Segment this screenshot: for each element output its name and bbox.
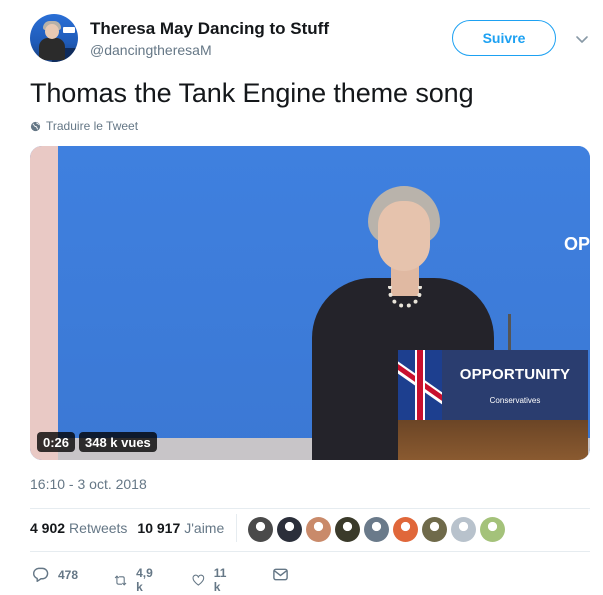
likes-count: 10 917 xyxy=(137,520,181,536)
like-icon xyxy=(192,574,205,586)
liker-avatar[interactable] xyxy=(364,517,389,542)
liker-avatar[interactable] xyxy=(335,517,360,542)
avatar-figure-body xyxy=(39,38,65,60)
reply-icon xyxy=(33,567,49,583)
avatar-badge xyxy=(63,27,75,33)
union-flag-graphic xyxy=(398,350,442,420)
globe-icon xyxy=(30,121,41,131)
chevron-down-icon[interactable] xyxy=(575,32,589,46)
video-duration-badge: 0:26 xyxy=(37,432,76,452)
speaker-face xyxy=(378,201,430,271)
retweet-count: 4,9 k xyxy=(136,566,153,594)
tweet-timestamp[interactable]: 16:10 - 3 oct. 2018 xyxy=(30,476,147,492)
liker-avatar[interactable] xyxy=(277,517,302,542)
retweet-icon xyxy=(114,574,127,586)
retweet-button[interactable]: 4,9 k xyxy=(114,566,157,594)
author-handle[interactable]: @dancingtheresaM xyxy=(90,42,212,58)
liker-avatars xyxy=(248,517,505,542)
podium-sublabel: Conservatives xyxy=(489,396,541,405)
retweets-label: Retweets xyxy=(69,520,128,536)
tweet-text: Thomas the Tank Engine theme song xyxy=(30,78,474,108)
podium-base xyxy=(398,420,588,460)
likes-stat[interactable]: 10 917 J'aime xyxy=(137,520,224,536)
liker-avatar[interactable] xyxy=(451,517,476,542)
author-name[interactable]: Theresa May Dancing to Stuff xyxy=(90,19,329,39)
tweet-header: Theresa May Dancing to Stuff @dancingthe… xyxy=(30,14,590,64)
stats-divider xyxy=(236,514,237,542)
retweets-count: 4 902 xyxy=(30,520,66,536)
translate-label: Traduire le Tweet xyxy=(46,119,139,133)
liker-avatar[interactable] xyxy=(480,517,505,542)
video-views-badge: 348 k vues xyxy=(79,432,157,452)
liker-avatar[interactable] xyxy=(393,517,418,542)
reply-button[interactable]: 478 xyxy=(32,566,78,583)
liker-avatar[interactable] xyxy=(248,517,273,542)
liker-avatar[interactable] xyxy=(306,517,331,542)
reply-count: 478 xyxy=(58,567,79,582)
like-button[interactable]: 11 k xyxy=(192,566,231,594)
divider xyxy=(30,551,590,552)
video-background-text: OP xyxy=(563,234,590,254)
likes-label: J'aime xyxy=(184,520,225,536)
video-left-stripe xyxy=(30,146,58,460)
like-count: 11 k xyxy=(213,566,227,594)
liker-avatar[interactable] xyxy=(422,517,447,542)
direct-message-button[interactable] xyxy=(272,566,289,583)
tweet-stats: 4 902 Retweets 10 917 J'aime xyxy=(30,520,224,536)
retweets-stat[interactable]: 4 902 Retweets xyxy=(30,520,127,536)
podium-label: OPPORTUNITY xyxy=(459,366,571,383)
divider xyxy=(30,508,590,509)
follow-button[interactable]: Suivre xyxy=(452,20,556,56)
avatar-figure-head xyxy=(45,24,59,39)
podium-microphone xyxy=(508,314,511,354)
translate-tweet-link[interactable]: Traduire le Tweet xyxy=(30,119,138,133)
video-player[interactable]: OP OPPORTUNITY Conservatives 0:26 348 k … xyxy=(30,146,590,460)
author-avatar[interactable] xyxy=(30,14,78,62)
direct-message-icon xyxy=(273,568,288,581)
